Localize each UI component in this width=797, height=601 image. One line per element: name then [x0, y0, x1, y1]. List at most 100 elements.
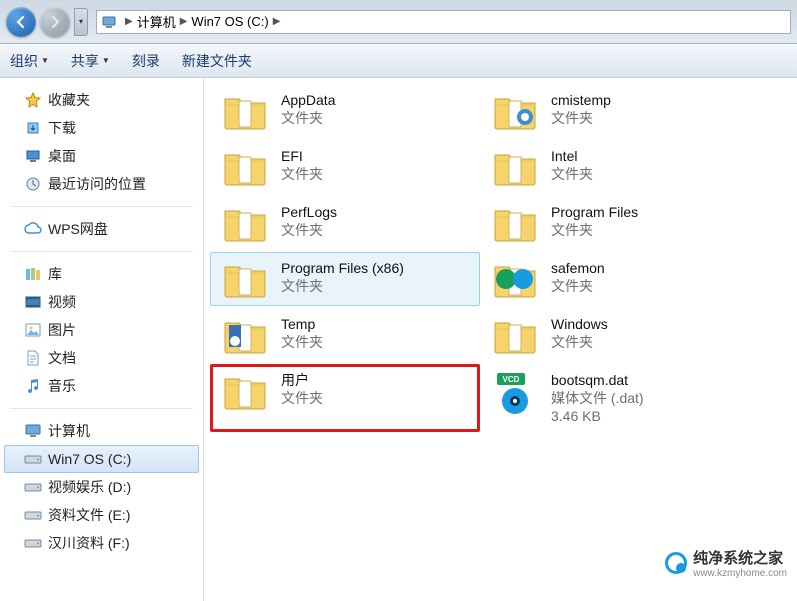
- file-type: 文件夹: [281, 277, 404, 295]
- recent-icon: [24, 175, 42, 193]
- file-item[interactable]: Temp文件夹: [210, 308, 480, 362]
- file-name: Program Files (x86): [281, 259, 404, 277]
- sidebar-item-label: 视频娱乐 (D:): [48, 477, 131, 497]
- file-type: 文件夹: [551, 277, 605, 295]
- sidebar-music[interactable]: 音乐: [4, 372, 199, 400]
- watermark-url: www.kzmyhome.com: [693, 568, 787, 579]
- file-item[interactable]: cmistemp文件夹: [480, 84, 750, 138]
- file-item[interactable]: VCDbootsqm.dat媒体文件 (.dat)3.46 KB: [480, 364, 750, 432]
- file-item[interactable]: AppData文件夹: [210, 84, 480, 138]
- picture-icon: [24, 321, 42, 339]
- chevron-down-icon: ▼: [102, 56, 110, 65]
- share-menu[interactable]: 共享 ▼: [71, 51, 110, 71]
- file-item[interactable]: Intel文件夹: [480, 140, 750, 194]
- sidebar-item-label: 汉川资料 (F:): [48, 533, 130, 553]
- folder-ie-icon: [491, 91, 539, 131]
- sidebar-computer[interactable]: 计算机: [4, 417, 199, 445]
- sidebar-item-label: 桌面: [48, 146, 76, 166]
- file-type: 文件夹: [281, 109, 335, 127]
- file-item[interactable]: Program Files (x86)文件夹: [210, 252, 480, 306]
- sidebar-favorites[interactable]: 收藏夹: [4, 86, 199, 114]
- folder-icon: [221, 371, 269, 411]
- file-item[interactable]: safemon文件夹: [480, 252, 750, 306]
- watermark-title: 纯净系统之家: [693, 550, 783, 567]
- sidebar-item-label: 下载: [48, 118, 76, 138]
- video-icon: [24, 293, 42, 311]
- sidebar-item-label: WPS网盘: [48, 219, 108, 239]
- file-name: Windows: [551, 315, 608, 333]
- back-button[interactable]: [6, 7, 36, 37]
- file-type: 媒体文件 (.dat): [551, 389, 644, 407]
- sidebar-wps[interactable]: WPS网盘: [4, 215, 199, 243]
- file-item[interactable]: PerfLogs文件夹: [210, 196, 480, 250]
- breadcrumb-separator: ▶: [121, 16, 137, 27]
- burn-button[interactable]: 刻录: [132, 51, 160, 71]
- cloud-icon: [24, 220, 42, 238]
- vcd-icon: VCD: [491, 371, 539, 411]
- sidebar-documents[interactable]: 文档: [4, 344, 199, 372]
- file-type: 文件夹: [281, 389, 323, 407]
- download-icon: [24, 119, 42, 137]
- star-icon: [24, 91, 42, 109]
- folder-sys-icon: [221, 315, 269, 355]
- computer-icon: [24, 422, 42, 440]
- logo-icon: [665, 552, 687, 574]
- sidebar-drive-e[interactable]: 资料文件 (E:): [4, 501, 199, 529]
- breadcrumb-separator: ▶: [269, 16, 285, 27]
- separator: [10, 206, 193, 207]
- file-item[interactable]: Windows文件夹: [480, 308, 750, 362]
- file-name: Temp: [281, 315, 323, 333]
- watermark: 纯净系统之家 www.kzmyhome.com: [665, 547, 787, 579]
- file-item[interactable]: Program Files文件夹: [480, 196, 750, 250]
- sidebar-item-label: 最近访问的位置: [48, 174, 146, 194]
- file-name: AppData: [281, 91, 335, 109]
- computer-icon: [101, 14, 117, 30]
- organize-menu[interactable]: 组织 ▼: [10, 51, 49, 71]
- doc-icon: [24, 349, 42, 367]
- file-name: Intel: [551, 147, 593, 165]
- sidebar-desktop[interactable]: 桌面: [4, 142, 199, 170]
- desktop-icon: [24, 147, 42, 165]
- drive-icon: [24, 478, 42, 496]
- sidebar-item-label: 计算机: [48, 421, 90, 441]
- sidebar-downloads[interactable]: 下载: [4, 114, 199, 142]
- file-size: 3.46 KB: [551, 407, 644, 425]
- file-type: 文件夹: [551, 221, 638, 239]
- burn-label: 刻录: [132, 51, 160, 71]
- sidebar-videos[interactable]: 视频: [4, 288, 199, 316]
- breadcrumb-item[interactable]: 计算机: [137, 12, 176, 31]
- sidebar-item-label: 库: [48, 264, 62, 284]
- sidebar-drive-f[interactable]: 汉川资料 (F:): [4, 529, 199, 557]
- folder-icon: [221, 91, 269, 131]
- library-icon: [24, 265, 42, 283]
- file-type: 文件夹: [281, 333, 323, 351]
- share-label: 共享: [71, 51, 99, 71]
- sidebar-pictures[interactable]: 图片: [4, 316, 199, 344]
- file-list: AppData文件夹cmistemp文件夹EFI文件夹Intel文件夹PerfL…: [204, 78, 797, 601]
- new-folder-button[interactable]: 新建文件夹: [182, 51, 252, 71]
- sidebar-item-label: 文档: [48, 348, 76, 368]
- breadcrumb[interactable]: ▶ 计算机 ▶ Win7 OS (C:) ▶: [96, 10, 791, 34]
- folder-360-icon: [491, 259, 539, 299]
- sidebar-drive-c[interactable]: Win7 OS (C:): [4, 445, 199, 473]
- sidebar-drive-d[interactable]: 视频娱乐 (D:): [4, 473, 199, 501]
- file-name: PerfLogs: [281, 203, 337, 221]
- file-name: 用户: [281, 371, 323, 389]
- file-name: cmistemp: [551, 91, 611, 109]
- file-type: 文件夹: [281, 165, 323, 183]
- nav-history-dropdown[interactable]: ▾: [74, 8, 88, 36]
- sidebar-libraries[interactable]: 库: [4, 260, 199, 288]
- separator: [10, 251, 193, 252]
- organize-label: 组织: [10, 51, 38, 71]
- breadcrumb-item[interactable]: Win7 OS (C:): [191, 14, 268, 29]
- file-type: 文件夹: [551, 165, 593, 183]
- svg-text:VCD: VCD: [503, 375, 520, 384]
- music-icon: [24, 377, 42, 395]
- chevron-down-icon: ▼: [41, 56, 49, 65]
- sidebar-item-label: 视频: [48, 292, 76, 312]
- sidebar-recent[interactable]: 最近访问的位置: [4, 170, 199, 198]
- file-item[interactable]: 用户文件夹: [210, 364, 480, 432]
- file-item[interactable]: EFI文件夹: [210, 140, 480, 194]
- drive-icon: [24, 450, 42, 468]
- navigation-tree: 收藏夹 下载 桌面 最近访问的位置 WPS网盘 库 视频: [0, 78, 204, 601]
